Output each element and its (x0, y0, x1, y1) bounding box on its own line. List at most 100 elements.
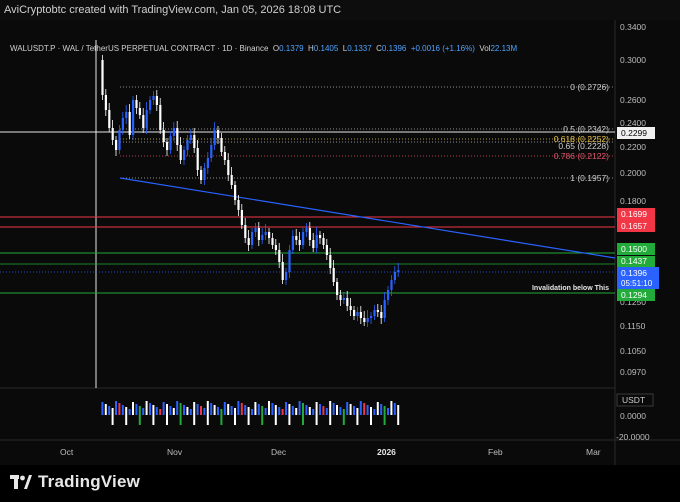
candles (101, 55, 400, 327)
candle-body (138, 108, 141, 115)
volume-bar (138, 406, 141, 425)
volume-bar (393, 403, 396, 415)
volume-bar (302, 403, 304, 425)
candle-body (172, 128, 175, 136)
volume-bar (322, 406, 325, 415)
volume-bar (183, 405, 185, 415)
price-tick: 0.1050 (620, 346, 646, 356)
volume-bar (104, 404, 107, 415)
candle-body (291, 236, 294, 250)
trendline (119, 177, 616, 259)
candle-body (305, 228, 308, 232)
volume-bar (142, 408, 145, 415)
volume-bar (193, 402, 196, 425)
volume-bar (325, 408, 328, 415)
price-tick: 0.1800 (620, 196, 646, 206)
volume-bar (227, 404, 230, 415)
candle-body (217, 130, 220, 138)
candle-body (149, 100, 152, 110)
candle-body (189, 135, 192, 140)
invalidation-text: 0.1294 (621, 290, 647, 300)
candle-body (162, 130, 165, 142)
volume-bar (278, 407, 281, 415)
volume-bar (132, 402, 134, 415)
volume-bar (159, 409, 162, 415)
candle-body (237, 200, 240, 210)
candle-body (268, 232, 271, 238)
volume-bar (359, 401, 362, 415)
volume-bar (315, 402, 318, 425)
candle-body (271, 238, 274, 245)
candle-body (145, 110, 148, 128)
volume-bar (329, 401, 332, 425)
volume-bar (376, 402, 379, 415)
candle-body (179, 145, 182, 160)
volume-bar (349, 404, 352, 415)
price-tick: 0.1150 (620, 321, 646, 331)
tradingview-wordmark: TradingView (38, 472, 141, 491)
candle-body (125, 112, 128, 118)
volume-bar (281, 409, 284, 415)
volume-bar (166, 404, 168, 425)
volume-bar (115, 401, 117, 415)
price-chart[interactable]: 0 (0.2726) 0.5 (0.2342) 0.618 (0.2252) 0… (0, 20, 680, 465)
volume-bar (220, 409, 223, 425)
volume-bar (125, 407, 128, 425)
volume-bar (128, 409, 131, 415)
volume-bar (291, 406, 294, 415)
candle-body (186, 140, 189, 150)
candle-body (383, 300, 386, 318)
volume-bar (298, 401, 301, 415)
candle-body (261, 235, 264, 240)
change-value: +0.0016 (+1.16%) (410, 44, 475, 53)
invalidation-annotation: Invalidation below This (532, 285, 609, 292)
volume-bar (332, 403, 335, 415)
candle-body (196, 148, 199, 170)
volume-bar (356, 408, 359, 425)
volume-bar (189, 409, 192, 415)
volume-bar (312, 409, 315, 415)
fib-label-065: 0.65 (0.2228) (558, 141, 609, 151)
time-tick: Oct (60, 447, 74, 457)
chart-area[interactable]: 0 (0.2726) 0.5 (0.2342) 0.618 (0.2252) 0… (0, 20, 680, 465)
open-value: 0.1379 (279, 44, 304, 53)
volume-bar (172, 408, 175, 415)
volume-bar (308, 407, 311, 415)
crosshair-price-text: 0.2299 (621, 128, 647, 138)
candle-body (373, 310, 376, 316)
candle-body (353, 310, 356, 316)
volume-bar (383, 406, 386, 425)
volume-label: Vol (479, 44, 491, 53)
candle-body (332, 268, 335, 282)
candle-body (329, 255, 332, 268)
volume-bar (196, 404, 199, 415)
time-tick: Mar (586, 447, 601, 457)
candle-body (285, 272, 288, 280)
volume-bar (200, 406, 202, 415)
volume-bar (380, 404, 383, 415)
candle-body (234, 185, 237, 200)
candle-body (264, 232, 267, 235)
volume-bar (271, 403, 274, 415)
candle-body (397, 270, 400, 272)
volume-bar (237, 401, 240, 415)
volume-bar (387, 408, 389, 415)
volume-bar (346, 402, 349, 415)
volume-bar (251, 409, 253, 415)
credit-bar: AviCryptobtc created with TradingView.co… (0, 0, 680, 20)
candle-body (152, 96, 155, 100)
fib-label-05: 0.5 (0.2342) (563, 124, 609, 134)
candle-body (312, 240, 315, 248)
candle-body (132, 100, 135, 135)
price-tick: 0.3000 (620, 55, 646, 65)
volume-bar (288, 404, 291, 425)
volume-bar (261, 406, 264, 425)
volume-bar (336, 405, 338, 415)
low-value: 0.1337 (347, 44, 372, 53)
candle-body (115, 140, 118, 150)
price-tick: 0.2000 (620, 168, 646, 178)
candle-body (319, 235, 322, 238)
volume-bar (145, 401, 148, 415)
tradingview-logo[interactable]: TradingView (10, 472, 140, 492)
volume-bar (121, 405, 124, 415)
